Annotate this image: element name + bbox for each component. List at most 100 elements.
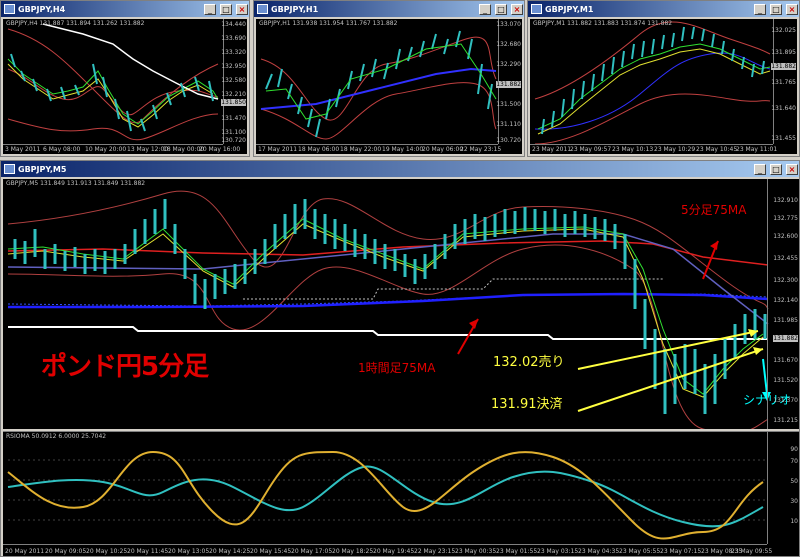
h1-titlebar[interactable]: GBPJPY,H1 _ □ × [254, 1, 524, 17]
maximize-button[interactable]: □ [770, 163, 782, 175]
price-label: 132.580 [221, 77, 246, 84]
close-button[interactable]: × [511, 3, 523, 15]
time-label: 23 May 01:55 [496, 548, 538, 555]
rsioma-level-axis: 90 70 50 30 10 [767, 432, 799, 544]
h1-time-axis: 17 May 2011 18 May 06:00 18 May 22:00 19… [256, 144, 502, 154]
price-label: 132.680 [496, 41, 521, 48]
close-button[interactable]: × [786, 163, 798, 175]
time-label: 23 May 05:55 [619, 548, 661, 555]
current-price-label: 131.850 [221, 99, 246, 106]
minimize-button[interactable]: _ [754, 163, 766, 175]
time-label: 20 May 2011 [5, 548, 45, 555]
m5-info-text: GBPJPY,M5 131.849 131.913 131.849 131.88… [6, 180, 146, 187]
price-label: 132.290 [496, 61, 521, 68]
time-label: 20 May 14:25 [209, 548, 251, 555]
price-label: 132.600 [773, 233, 798, 240]
price-label: 132.140 [773, 297, 798, 304]
level-label: 30 [790, 498, 798, 505]
h4-titlebar[interactable]: GBPJPY,H4 _ □ × [1, 1, 249, 17]
annotation-settle: 131.91決済 [491, 397, 563, 412]
price-label: 131.895 [771, 49, 796, 56]
minimize-button[interactable]: _ [754, 3, 766, 15]
m5-chart-window[interactable]: GBPJPY,M5 _ □ × GBPJPY,M5 131.849 131.91… [0, 160, 800, 557]
time-label: 23 May 2011 [532, 146, 572, 153]
m5-titlebar[interactable]: GBPJPY,M5 _ □ × [1, 161, 799, 177]
m5-title: GBPJPY,M5 [18, 164, 67, 174]
time-label: 20 May 18:25 [332, 548, 374, 555]
level-label: 50 [790, 478, 798, 485]
time-label: 20 May 13:05 [168, 548, 210, 555]
h4-chart-area[interactable]: GBPJPY,H4 131.887 131.894 131.262 131.88… [3, 19, 247, 154]
price-label: 131.640 [771, 105, 796, 112]
time-label: 22 May 23:15 [460, 146, 502, 153]
time-label: 20 May 19:45 [373, 548, 415, 555]
maximize-button[interactable]: □ [495, 3, 507, 15]
rsioma-info-text: RSIOMA 50.0912 6.0000 25.7042 [6, 433, 107, 440]
time-label: 23 May 10:45 [696, 146, 738, 153]
price-label: 131.985 [773, 317, 798, 324]
annotation-m5-75ma: 5分足75MA [681, 203, 747, 217]
price-label: 131.670 [773, 357, 798, 364]
h4-info-text: GBPJPY,H4 131.887 131.894 131.262 131.88… [6, 20, 145, 27]
chart-window-icon [4, 4, 15, 14]
minimize-button[interactable]: _ [479, 3, 491, 15]
h1-price-plot [260, 30, 497, 140]
price-label: 132.775 [773, 215, 798, 222]
m1-price-plot [534, 21, 771, 145]
price-label: 132.455 [773, 255, 798, 262]
time-label: 23 May 09:57 [570, 146, 612, 153]
time-label: 18 May 06:00 [298, 146, 340, 153]
price-label: 132.950 [221, 63, 246, 70]
price-label: 131.370 [773, 397, 798, 404]
close-button[interactable]: × [786, 3, 798, 15]
price-label: 133.690 [221, 35, 246, 42]
price-label: 134.440 [221, 21, 246, 28]
time-label: 23 May 00:35 [455, 548, 497, 555]
h1-chart-area[interactable]: GBPJPY,H1 131.938 131.954 131.767 131.88… [256, 19, 522, 154]
time-label: 20 May 10:25 [86, 548, 128, 555]
price-label: 133.320 [221, 49, 246, 56]
h4-chart-window[interactable]: GBPJPY,H4 _ □ × GBPJPY,H4 131.887 131.89… [0, 0, 250, 157]
m1-price-axis: 132.025 131.895 131.882 131.765 131.640 … [771, 19, 797, 144]
m1-chart-area[interactable]: GBPJPY,M1 131.882 131.883 131.874 131.88… [530, 19, 797, 154]
minimize-button[interactable]: _ [204, 3, 216, 15]
m5-price-axis: 132.910 132.775 132.600 132.455 132.300 … [767, 179, 799, 429]
time-label: 23 May 03:15 [537, 548, 579, 555]
time-label: 20 May 11:45 [127, 548, 169, 555]
price-label: 131.500 [496, 101, 521, 108]
price-label: 132.300 [773, 277, 798, 284]
time-label: 19 May 14:00 [382, 146, 424, 153]
h4-title: GBPJPY,H4 [18, 4, 66, 14]
m5-time-axis: 20 May 2011 20 May 09:05 20 May 10:25 20… [3, 544, 772, 556]
current-price-label: 131.882 [496, 81, 521, 88]
price-label: 132.025 [771, 27, 796, 34]
chart-window-icon [4, 164, 15, 174]
annotation-title: ポンド円5分足 [41, 352, 209, 382]
time-label: 17 May 2011 [258, 146, 298, 153]
maximize-button[interactable]: □ [770, 3, 782, 15]
time-label: 13 May 12:00 [127, 146, 169, 153]
m5-rsioma-pane[interactable]: RSIOMA 50.0912 6.0000 25.7042 90 70 50 3… [3, 431, 799, 556]
m1-titlebar[interactable]: GBPJPY,M1 _ □ × [528, 1, 799, 17]
level-label: 70 [790, 458, 798, 465]
time-label: 10 May 20:00 [85, 146, 127, 153]
h4-price-axis: 134.440 133.690 133.320 132.950 132.580 … [221, 19, 247, 144]
m1-title: GBPJPY,M1 [545, 4, 594, 14]
level-label: 90 [790, 446, 798, 453]
time-label: 20 May 15:45 [250, 548, 292, 555]
close-button[interactable]: × [236, 3, 248, 15]
price-label: 130.720 [221, 137, 246, 144]
price-label: 131.100 [221, 129, 246, 136]
time-label: 18 May 00:00 [163, 146, 205, 153]
price-label: 131.215 [773, 417, 798, 424]
price-label: 132.910 [773, 197, 798, 204]
h1-chart-window[interactable]: GBPJPY,H1 _ □ × GBPJPY,H1 131.938 131.95… [253, 0, 525, 157]
time-label: 23 May 04:35 [578, 548, 620, 555]
m1-time-axis: 23 May 2011 23 May 09:57 23 May 10:13 23… [530, 144, 777, 154]
price-label: 133.070 [496, 21, 521, 28]
m5-price-plot [7, 190, 771, 429]
maximize-button[interactable]: □ [220, 3, 232, 15]
m5-price-pane[interactable]: GBPJPY,M5 131.849 131.913 131.849 131.88… [3, 179, 799, 429]
h1-price-axis: 133.070 132.680 132.290 131.882 131.500 … [496, 19, 522, 144]
m1-chart-window[interactable]: GBPJPY,M1 _ □ × GBPJPY,M1 131.882 131.88… [527, 0, 800, 157]
